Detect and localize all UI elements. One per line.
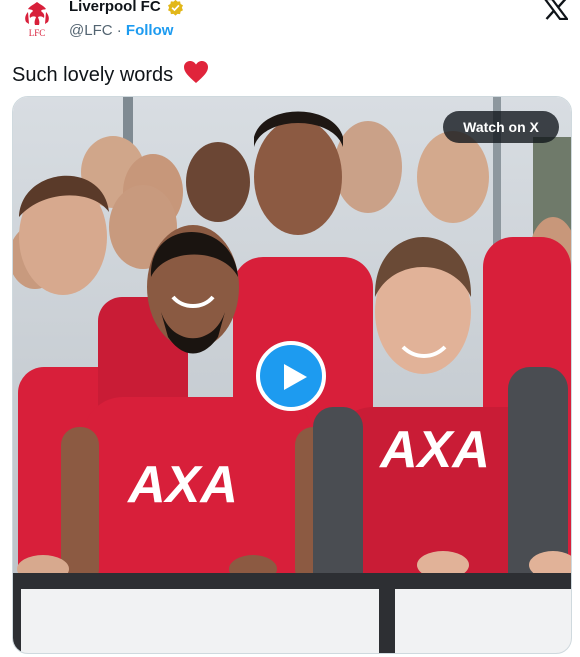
axa-logo-right: AXA	[378, 421, 490, 479]
tweet-text: Such lovely words	[12, 64, 174, 86]
account-name[interactable]: Liverpool FC	[69, 0, 161, 15]
tweet-header: LFC Liverpool FC @LFC · Follow	[0, 0, 580, 52]
tweet-text-row: Such lovely words	[12, 60, 209, 90]
crest-text: LFC	[29, 28, 46, 38]
verified-badge-icon	[167, 0, 184, 16]
follow-link[interactable]: Follow	[126, 22, 174, 39]
x-logo-icon[interactable]	[544, 0, 570, 21]
tweet-card: LFC Liverpool FC @LFC · Follow Such love…	[0, 0, 580, 657]
video-player[interactable]: AXA AXA Watch on X	[12, 96, 572, 654]
watch-on-x-button[interactable]: Watch on X	[443, 111, 559, 143]
account-handle[interactable]: @LFC	[69, 22, 113, 39]
play-icon	[284, 364, 307, 390]
play-button[interactable]	[256, 341, 326, 411]
railing	[13, 573, 571, 589]
separator-dot: ·	[116, 22, 122, 39]
heart-emoji-icon	[183, 60, 209, 90]
handle-row: @LFC · Follow	[69, 22, 173, 39]
axa-logo-front: AXA	[126, 456, 238, 514]
lfc-crest-avatar[interactable]: LFC	[18, 0, 56, 40]
